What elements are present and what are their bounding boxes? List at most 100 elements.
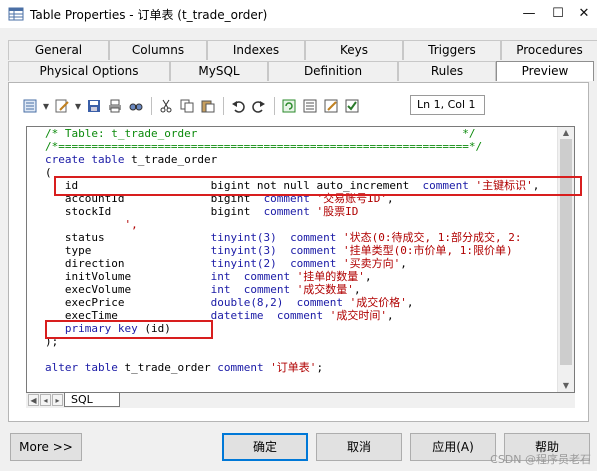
code-token: type [45,244,211,257]
dropdown-arrow-icon[interactable]: ▾ [73,96,83,116]
code-line: type tinyint(3) comment '挂单类型(0:市价单, 1:限… [45,244,539,257]
tab-general[interactable]: General [8,40,109,60]
code-token: , [400,257,407,270]
sql-tab[interactable]: SQL [64,393,120,407]
code-token: /* Table: t_trade_order */ [45,127,476,140]
close-button[interactable]: ✕ [574,4,594,24]
redo-icon[interactable] [249,96,269,116]
preview-toolbar: ▾ ▾ [20,94,363,118]
code-token: '状态(0:待成交, 1:部分成交, 2: [343,231,522,244]
highlight-id-row [54,176,582,196]
code-token: int [210,270,244,283]
code-token: '成交数量' [296,283,354,296]
code-token: '订单表' [270,361,317,374]
tab-columns[interactable]: Columns [109,40,207,60]
code-token: comment [217,361,271,374]
code-token: execPrice [45,296,211,309]
edit-script-icon[interactable] [321,96,341,116]
code-token: /*======================================… [45,140,483,153]
paste-icon[interactable] [198,96,218,116]
code-token: t_trade_order [131,153,218,166]
check-icon[interactable] [342,96,362,116]
tab-keys[interactable]: Keys [305,40,403,60]
code-line: alter table t_trade_order comment '订单表'; [45,361,539,374]
code-token: alter table [45,361,125,374]
ok-button[interactable]: 确定 [222,433,308,461]
code-token: int [210,283,244,296]
code-token: datetime [210,309,277,322]
title-bar: Table Properties - 订单表 (t_trade_order) —… [0,0,597,28]
code-token: tinyint(3) [210,231,291,244]
code-token: '挂单的数量' [296,270,365,283]
undo-icon[interactable] [228,96,248,116]
code-line: create table t_trade_order [45,153,539,166]
cursor-position: Ln 1, Col 1 [410,95,485,115]
toolbar-separator [151,97,152,115]
editor-bottom-bar: ◀ ◂ ▸ SQL [26,393,575,408]
code-line: status tinyint(3) comment '状态(0:待成交, 1:部… [45,231,539,244]
code-token: , [353,283,361,296]
code-token: '股票ID [316,205,359,218]
next-tab-icon[interactable]: ▸ [52,394,63,406]
code-token: '成交时间' [329,309,388,322]
code-line: /*======================================… [45,140,539,153]
toolbar-separator [223,97,224,115]
copy-icon[interactable] [177,96,197,116]
tab-row-1: General Columns Indexes Keys Triggers Pr… [8,40,597,60]
sql-preview-editor[interactable]: /* Table: t_trade_order *//*============… [26,126,575,393]
code-token: comment [276,309,330,322]
code-token: comment [243,283,297,296]
scrollbar-thumb[interactable] [560,139,572,365]
first-tab-icon[interactable]: ◀ [28,394,39,406]
tab-indexes[interactable]: Indexes [207,40,305,60]
refresh-icon[interactable] [279,96,299,116]
code-line: execVolume int comment '成交数量', [45,283,539,296]
properties-icon[interactable] [20,96,40,116]
code-token: '挂单类型(0:市价单, 1:限价单) [343,244,513,257]
list-icon[interactable] [300,96,320,116]
cancel-button[interactable]: 取消 [316,433,402,461]
tab-triggers[interactable]: Triggers [403,40,501,60]
code-token: ( [45,166,52,179]
horizontal-scrollbar[interactable] [126,394,571,406]
code-token: comment [296,296,350,309]
tab-rules[interactable]: Rules [398,61,496,81]
print-icon[interactable] [105,96,125,116]
edit-icon[interactable] [52,96,72,116]
code-token: comment [290,231,344,244]
code-token: , [364,270,372,283]
code-token: direction [45,257,211,270]
prev-tab-icon[interactable]: ◂ [40,394,51,406]
code-token: execVolume [45,283,211,296]
vertical-scrollbar[interactable]: ▲ ▼ [557,127,574,392]
watermark: CSDN @程序员老石 [490,453,591,466]
tab-preview[interactable]: Preview [496,61,594,81]
app-icon [8,7,24,21]
code-token: , [387,309,394,322]
dropdown-arrow-icon[interactable]: ▾ [41,96,51,116]
code-line: stockId bigint comment '股票ID [45,205,539,218]
code-token: tinyint(2) [210,257,291,270]
code-token: tinyint(3) [210,244,291,257]
code-line: initVolume int comment '挂单的数量', [45,270,539,283]
code-line: /* Table: t_trade_order */ [45,127,539,140]
apply-button[interactable]: 应用(A) [410,433,496,461]
scroll-up-icon[interactable]: ▲ [558,127,574,139]
maximize-button[interactable]: ☐ [548,4,568,24]
tab-physical-options[interactable]: Physical Options [8,61,170,81]
minimize-button[interactable]: — [519,4,539,24]
save-icon[interactable] [84,96,104,116]
tab-definition[interactable]: Definition [268,61,398,81]
cut-icon[interactable] [156,96,176,116]
code-token: create table [45,153,132,166]
scroll-down-icon[interactable]: ▼ [558,380,574,392]
tab-mysql[interactable]: MySQL [170,61,268,81]
code-token: bigint [210,205,264,218]
window-title: Table Properties - 订单表 (t_trade_order) [30,8,268,22]
code-token: t_trade_order [124,361,218,374]
more-button[interactable]: More >> [10,433,82,461]
find-icon[interactable] [126,96,146,116]
tab-procedures[interactable]: Procedures [501,40,597,60]
code-token: , [406,296,414,309]
